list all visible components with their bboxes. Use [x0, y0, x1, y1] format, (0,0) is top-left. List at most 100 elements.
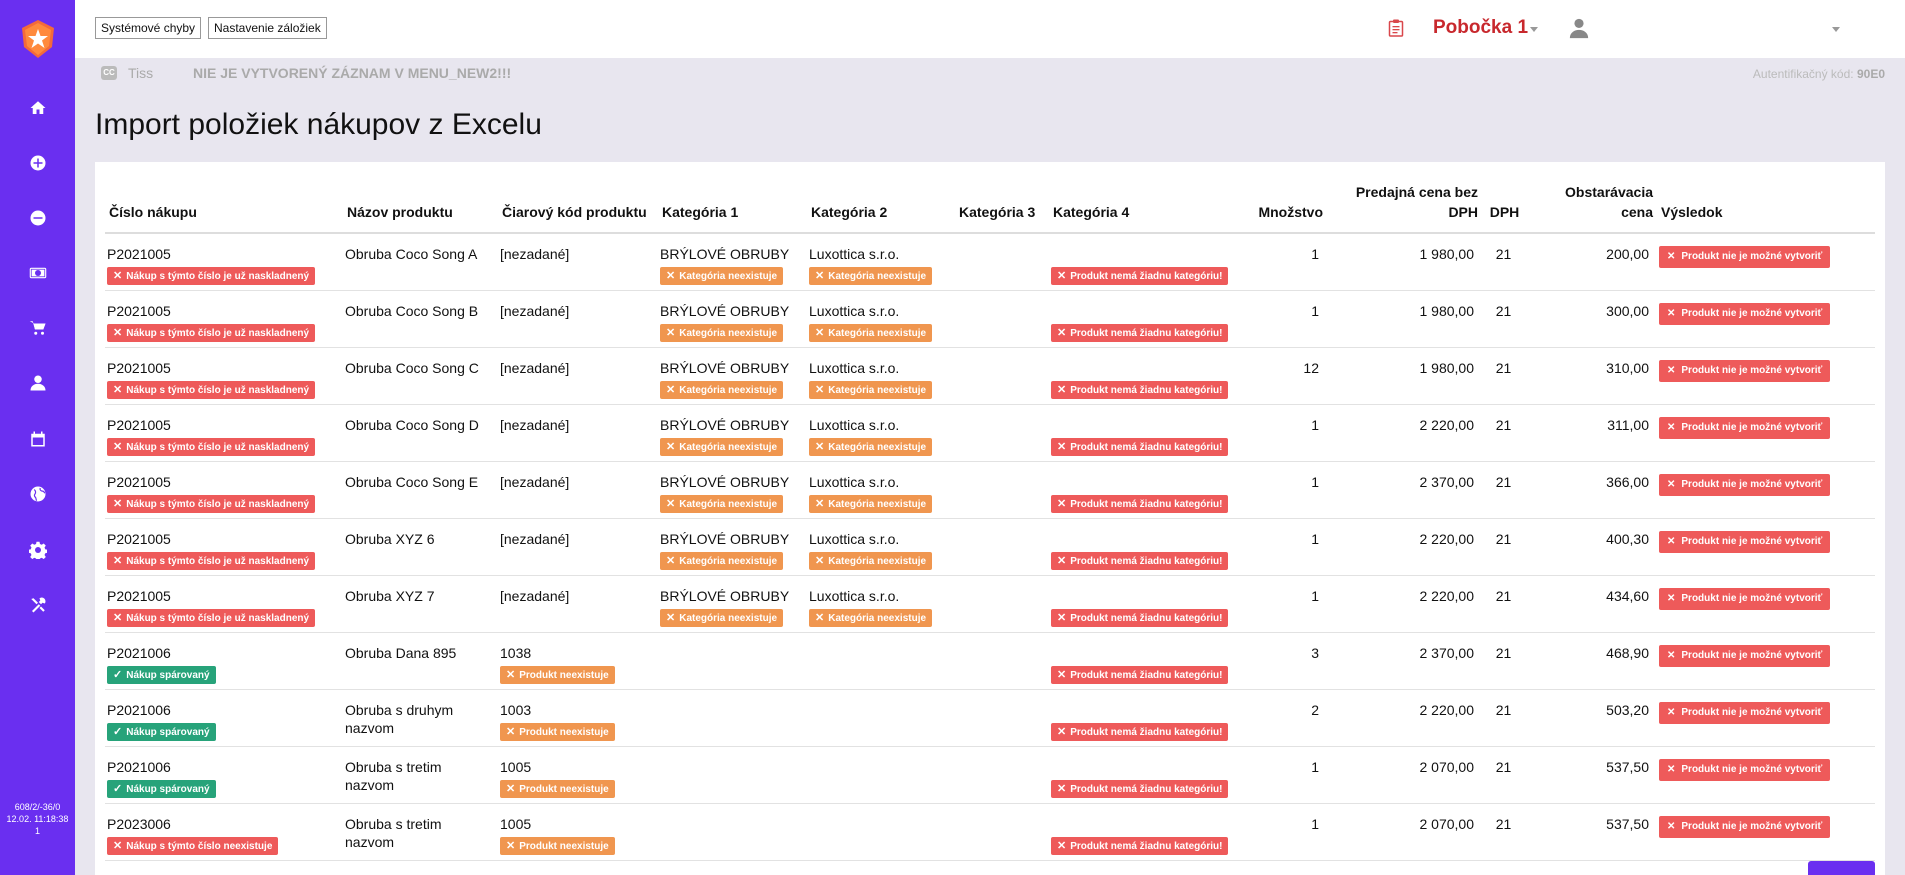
category-missing-badge: ✕ Produkt nemá žiadnu kategóriu!: [1051, 779, 1229, 798]
column-header: Výsledok: [1657, 182, 1875, 234]
user-menu-chevron-icon[interactable]: [1832, 27, 1840, 32]
category4-cell: ✕ Produkt nemá žiadnu kategóriu!: [1049, 746, 1247, 804]
barcode-cell: [nezadané]: [498, 461, 658, 519]
badge-text: Kategória neexistuje: [828, 327, 927, 339]
gear-icon[interactable]: [22, 534, 54, 566]
category3-cell: [955, 746, 1049, 804]
purchase-number: P2021005: [107, 473, 171, 490]
category3-cell: [955, 290, 1049, 348]
result-button[interactable]: ✕ Produkt nie je možné vytvoriť: [1659, 246, 1831, 268]
barcode-cell: [nezadané]: [498, 347, 658, 405]
result-button[interactable]: ✕ Produkt nie je možné vytvoriť: [1659, 644, 1831, 667]
category-status-badge: ✕ Kategória neexistuje: [660, 437, 784, 456]
vat-cell: 21: [1482, 689, 1527, 747]
column-header: Množstvo: [1247, 182, 1327, 234]
result-cell: ✕ Produkt nie je možné vytvoriť: [1657, 461, 1875, 519]
result-text: Produkt nie je možné vytvoriť: [1681, 251, 1823, 262]
badge-text: Produkt nemá žiadnu kategóriu!: [1070, 555, 1223, 567]
quantity-cell: 3: [1247, 632, 1327, 690]
cost-cell: 434,60: [1527, 575, 1657, 633]
bookmark-settings-button[interactable]: Nastavenie záložiek: [208, 17, 327, 39]
category-status-badge: ✕ Kategória neexistuje: [660, 494, 784, 513]
result-button[interactable]: ✕ Produkt nie je možné vytvoriť: [1659, 473, 1831, 496]
globe-icon[interactable]: [22, 478, 54, 510]
purchase-number-cell: P2021006 ✓ Nákup spárovaný: [105, 689, 343, 747]
category2: Luxottica s.r.o.: [809, 530, 900, 547]
result-button[interactable]: ✕ Produkt nie je možné vytvoriť: [1659, 587, 1831, 610]
column-header: Číslo nákupu: [105, 182, 343, 234]
category1-cell: BRÝLOVÉ OBRUBY ✕ Kategória neexistuje: [658, 404, 807, 462]
category2-cell: [807, 803, 955, 861]
category1-cell: BRÝLOVÉ OBRUBY ✕ Kategória neexistuje: [658, 233, 807, 291]
money-icon[interactable]: [22, 257, 54, 289]
badge-text: Nákup s týmto číslo je už naskladnený: [126, 555, 310, 567]
category-missing-badge: ✕ Produkt nemá žiadnu kategóriu!: [1051, 722, 1229, 741]
purchase-status-badge: ✕ Nákup s týmto číslo je už naskladnený: [107, 437, 316, 456]
table-row: P2021005 ✕ Nákup s týmto číslo je už naskl…: [105, 518, 1875, 576]
badge-text: Produkt neexistuje: [519, 783, 609, 795]
product-name: Obruba s tretim nazvom: [345, 758, 442, 793]
result-cell: ✕ Produkt nie je možné vytvoriť: [1657, 404, 1875, 462]
product-name: Obruba Coco Song D: [345, 416, 479, 433]
result-button[interactable]: ✕ Produkt nie je možné vytvoriť: [1659, 530, 1831, 553]
category-missing-badge: ✕ Produkt nemá žiadnu kategóriu!: [1051, 494, 1229, 513]
column-header: DPH: [1482, 182, 1527, 234]
import-table: Číslo nákupu Názov produktu Čiarový kód pr…: [105, 182, 1875, 861]
chevron-down-icon[interactable]: [1530, 27, 1538, 32]
badge-text: Kategória neexistuje: [828, 498, 927, 510]
badge-text: Nákup spárovaný: [126, 783, 210, 795]
purchase-status-badge: ✕ Nákup s týmto číslo je už naskladnený: [107, 267, 316, 285]
result-button[interactable]: ✕ Produkt nie je možné vytvoriť: [1659, 359, 1831, 382]
clipboard-icon[interactable]: [1388, 19, 1404, 37]
purchase-number: P2021005: [107, 246, 171, 262]
category1-cell: BRÝLOVÉ OBRUBY ✕ Kategória neexistuje: [658, 347, 807, 405]
category3-cell: [955, 461, 1049, 519]
purchase-status-badge: ✓ Nákup spárovaný: [107, 779, 216, 798]
result-button[interactable]: ✕ Produkt nie je možné vytvoriť: [1659, 302, 1831, 325]
purchase-number-cell: P2021005 ✕ Nákup s týmto číslo je už naskl…: [105, 233, 343, 291]
badge-text: Nákup spárovaný: [126, 726, 210, 738]
close-icon: ✕: [666, 326, 676, 339]
branch-selector[interactable]: Pobočka 1: [1433, 17, 1528, 39]
purchase-number: P2021005: [107, 530, 171, 547]
remove-circle-icon[interactable]: [22, 202, 54, 234]
cart-icon[interactable]: [22, 312, 54, 344]
category2: Luxottica s.r.o.: [809, 587, 900, 604]
purchase-number: P2021005: [107, 359, 171, 376]
result-button[interactable]: ✕ Produkt nie je možné vytvoriť: [1659, 701, 1831, 724]
result-button[interactable]: ✕ Produkt nie je možné vytvoriť: [1659, 815, 1831, 838]
product-name: Obruba Coco Song E: [345, 473, 479, 490]
category2-cell: Luxottica s.r.o. ✕ Kategória neexistuje: [807, 290, 955, 348]
category-status-badge: ✕ Kategória neexistuje: [660, 323, 784, 342]
badge-text: Kategória neexistuje: [679, 612, 778, 624]
category2-cell: Luxottica s.r.o. ✕ Kategória neexistuje: [807, 233, 955, 291]
category1-cell: BRÝLOVÉ OBRUBY ✕ Kategória neexistuje: [658, 518, 807, 576]
close-icon: ✕: [113, 839, 123, 852]
table-row: P2023006 ✕ Nákup s týmto číslo neexistuje O…: [105, 803, 1875, 861]
result-button[interactable]: ✕ Produkt nie je možné vytvoriť: [1659, 758, 1831, 781]
tools-icon[interactable]: [22, 589, 54, 621]
person-icon[interactable]: [22, 367, 54, 399]
purchase-number: P2021005: [107, 302, 171, 319]
result-button[interactable]: ✕ Produkt nie je možné vytvoriť: [1659, 416, 1831, 439]
calendar-icon[interactable]: [22, 423, 54, 455]
badge-text: Nákup s týmto číslo je už naskladnený: [126, 271, 310, 282]
close-icon: ✕: [506, 668, 516, 681]
category-missing-badge: ✕ Produkt nemá žiadnu kategóriu!: [1051, 380, 1229, 399]
category3-cell: [955, 689, 1049, 747]
app-logo[interactable]: [20, 19, 56, 59]
barcode: [nezadané]: [500, 359, 570, 376]
badge-text: Nákup s týmto číslo je už naskladnený: [126, 384, 310, 396]
close-icon: ✕: [506, 839, 516, 852]
system-errors-button[interactable]: Systémové chyby: [95, 17, 202, 39]
category-missing-badge: ✕ Produkt nemá žiadnu kategóriu!: [1051, 267, 1229, 285]
home-icon[interactable]: [22, 92, 54, 124]
table-row: P2021005 ✕ Nákup s týmto číslo je už naskl…: [105, 575, 1875, 633]
add-circle-icon[interactable]: [22, 147, 54, 179]
user-icon[interactable]: [1568, 17, 1590, 39]
badge-text: Kategória neexistuje: [828, 384, 927, 396]
barcode-cell: [nezadané]: [498, 518, 658, 576]
cost-cell: 310,00: [1527, 347, 1657, 405]
price-cell: 1 980,00: [1327, 347, 1482, 405]
cost-cell: 366,00: [1527, 461, 1657, 519]
